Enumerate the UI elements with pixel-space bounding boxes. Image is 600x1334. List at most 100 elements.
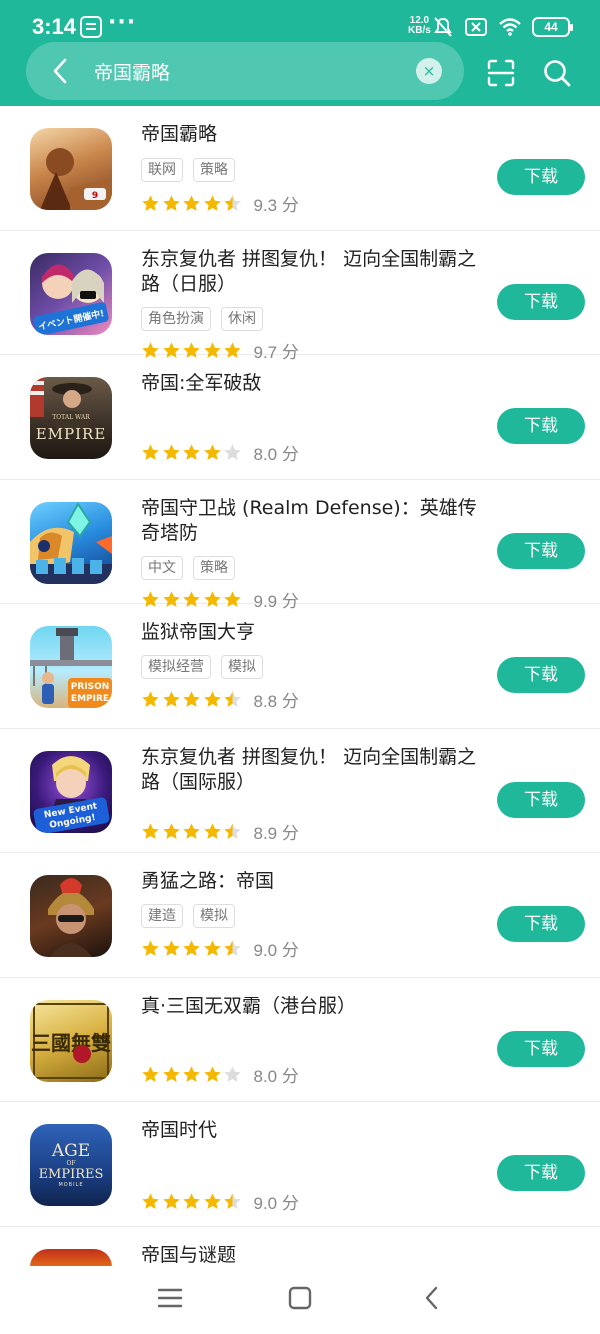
download-button[interactable]: 下载 <box>497 408 585 444</box>
search-results-list: 9 帝国霸略 联网 策略 9.3 分 下载 イベント開催中! 东京复仇者 拼图复… <box>0 106 600 1287</box>
game-icon-dynasty-warriors[interactable]: 三國無雙 <box>30 999 112 1082</box>
rating: 8.0 分 <box>141 1064 299 1086</box>
clear-search-button[interactable]: × <box>416 58 442 84</box>
menu-icon[interactable] <box>156 1284 184 1312</box>
game-icon-rise-of-empires[interactable]: 9 <box>30 128 112 210</box>
score-text: 8.8 分 <box>253 691 299 711</box>
icon-caption: AGE <box>51 1141 90 1161</box>
score-text: 8.0 分 <box>253 444 299 464</box>
top-header: 3:14 ··· 12.0 KB/s 44 帝国霸略 × <box>0 0 600 106</box>
battery-icon: 44 <box>532 17 573 37</box>
download-button[interactable]: 下载 <box>497 159 585 195</box>
tag: 策略 <box>193 555 235 580</box>
download-button[interactable]: 下载 <box>497 532 585 569</box>
tag: 模拟经营 <box>141 655 211 679</box>
star-icon <box>203 1192 221 1209</box>
app-title[interactable]: 监狱帝国大亨 <box>141 620 481 645</box>
search-input[interactable]: 帝国霸略 <box>94 58 170 85</box>
list-item[interactable]: 勇猛之路：帝国 建造 模拟 9.0 分 下载 <box>0 853 600 978</box>
game-icon-age-of-empires-mobile[interactable]: AGE OF EMPIRES MOBILE <box>30 1124 112 1206</box>
download-button[interactable]: 下载 <box>497 781 585 818</box>
list-item[interactable]: TOTAL WAR EMPIRE 帝国:全军破敌 8.0 分 下载 <box>0 355 600 480</box>
rating: 9.3 分 <box>141 192 299 215</box>
rating: 8.9 分 <box>141 821 299 843</box>
tag-list: 中文 策略 <box>141 555 235 580</box>
download-button[interactable]: 下载 <box>497 1030 585 1067</box>
app-title[interactable]: 帝国守卫战 (Realm Defense)：英雄传奇塔防 <box>141 496 481 546</box>
game-icon-road-of-valor-empires[interactable] <box>30 875 112 957</box>
back-arrow-icon[interactable] <box>46 56 76 86</box>
app-title[interactable]: 勇猛之路：帝国 <box>141 869 481 894</box>
star-icon <box>203 939 221 956</box>
star-icon <box>224 1066 241 1082</box>
network-speed-unit: KB/s <box>408 25 431 36</box>
app-title[interactable]: 帝国:全军破敌 <box>141 371 481 396</box>
tag-list: 联网 策略 <box>141 158 235 182</box>
app-title[interactable]: 东京复仇者 拼图复仇！ 迈向全国制霸之路（国际服） <box>141 745 481 795</box>
star-icon <box>224 194 241 211</box>
more-notifications-icon: ··· <box>108 10 137 35</box>
network-speed: 12.0 KB/s <box>408 16 431 36</box>
game-icon-tokyo-revengers-global[interactable]: New Event Ongoing! <box>30 750 112 833</box>
icon-caption: TOTAL WAR <box>52 414 90 421</box>
home-icon[interactable] <box>286 1284 314 1312</box>
tag: 联网 <box>141 158 183 182</box>
star-icon <box>224 443 241 460</box>
star-icon <box>142 939 159 956</box>
no-sim-icon <box>465 18 487 36</box>
tag: 中文 <box>141 555 183 580</box>
icon-caption: PRISON <box>71 682 110 692</box>
list-item[interactable]: 帝国守卫战 (Realm Defense)：英雄传奇塔防 中文 策略 9.9 分… <box>0 480 600 611</box>
app-title[interactable]: 帝国时代 <box>141 1118 481 1143</box>
download-button[interactable]: 下载 <box>497 283 585 320</box>
icon-caption: EMPIRE <box>36 425 107 443</box>
score-text: 9.0 分 <box>253 940 299 960</box>
star-icon <box>162 939 180 956</box>
rating: 9.0 分 <box>141 1190 299 1213</box>
star-icon <box>142 443 159 460</box>
tag-list: 建造 模拟 <box>141 904 235 928</box>
list-item[interactable]: AGE OF EMPIRES MOBILE 帝国时代 9.0 分 下载 <box>0 1102 600 1227</box>
download-button[interactable]: 下载 <box>497 657 585 693</box>
back-icon[interactable] <box>418 1284 446 1312</box>
icon-caption: 三國無雙 <box>31 1031 111 1055</box>
list-item[interactable]: イベント開催中! 东京复仇者 拼图复仇！ 迈向全国制霸之路（日服） 角色扮演 休… <box>0 231 600 362</box>
download-button[interactable]: 下载 <box>497 906 585 942</box>
list-item[interactable]: New Event Ongoing! 东京复仇者 拼图复仇！ 迈向全国制霸之路（… <box>0 729 600 853</box>
notification-app-icon <box>80 16 102 38</box>
star-icon <box>142 690 159 707</box>
app-title[interactable]: 帝国霸略 <box>141 122 481 147</box>
score-text: 9.0 分 <box>253 1193 299 1213</box>
game-icon-realm-defense[interactable] <box>30 501 112 584</box>
app-title[interactable]: 帝国与谜题 <box>141 1243 481 1268</box>
star-icon <box>162 443 180 460</box>
star-icon <box>183 823 200 839</box>
app-title[interactable]: 东京复仇者 拼图复仇！ 迈向全国制霸之路（日服） <box>141 247 481 297</box>
tag-list: 角色扮演 休闲 <box>141 306 263 331</box>
rating: 8.8 分 <box>141 688 299 711</box>
tag-list: 模拟经营 模拟 <box>141 655 263 679</box>
star-icon <box>183 939 200 956</box>
star-icon <box>142 194 159 211</box>
star-icon <box>142 1192 159 1209</box>
list-item[interactable]: 9 帝国霸略 联网 策略 9.3 分 下载 <box>0 106 600 231</box>
score-text: 9.3 分 <box>253 195 299 215</box>
game-icon-total-war-empire[interactable]: TOTAL WAR EMPIRE <box>30 377 112 459</box>
game-icon-tokyo-revengers-jp[interactable]: イベント開催中! <box>30 252 112 335</box>
game-icon-prison-empire[interactable]: PRISON EMPIRE <box>30 626 112 708</box>
tag: 建造 <box>141 904 183 928</box>
icon-caption: EMPIRES <box>39 1167 104 1182</box>
icon-caption: EMPIRE <box>71 694 109 704</box>
download-button[interactable]: 下载 <box>497 1155 585 1191</box>
search-icon[interactable] <box>542 58 572 88</box>
tag: 角色扮演 <box>141 306 211 331</box>
app-title[interactable]: 真·三国无双霸（港台服） <box>141 994 481 1019</box>
system-nav-bar <box>0 1266 600 1334</box>
score-text: 8.0 分 <box>253 1067 299 1086</box>
scan-icon[interactable] <box>486 58 516 88</box>
search-bar[interactable]: 帝国霸略 × <box>26 42 464 100</box>
star-icon <box>183 194 200 211</box>
list-item[interactable]: PRISON EMPIRE 监狱帝国大亨 模拟经营 模拟 8.8 分 下载 <box>0 604 600 729</box>
tag: 模拟 <box>221 655 263 679</box>
list-item[interactable]: 三國無雙 真·三国无双霸（港台服） 8.0 分 下载 <box>0 978 600 1102</box>
